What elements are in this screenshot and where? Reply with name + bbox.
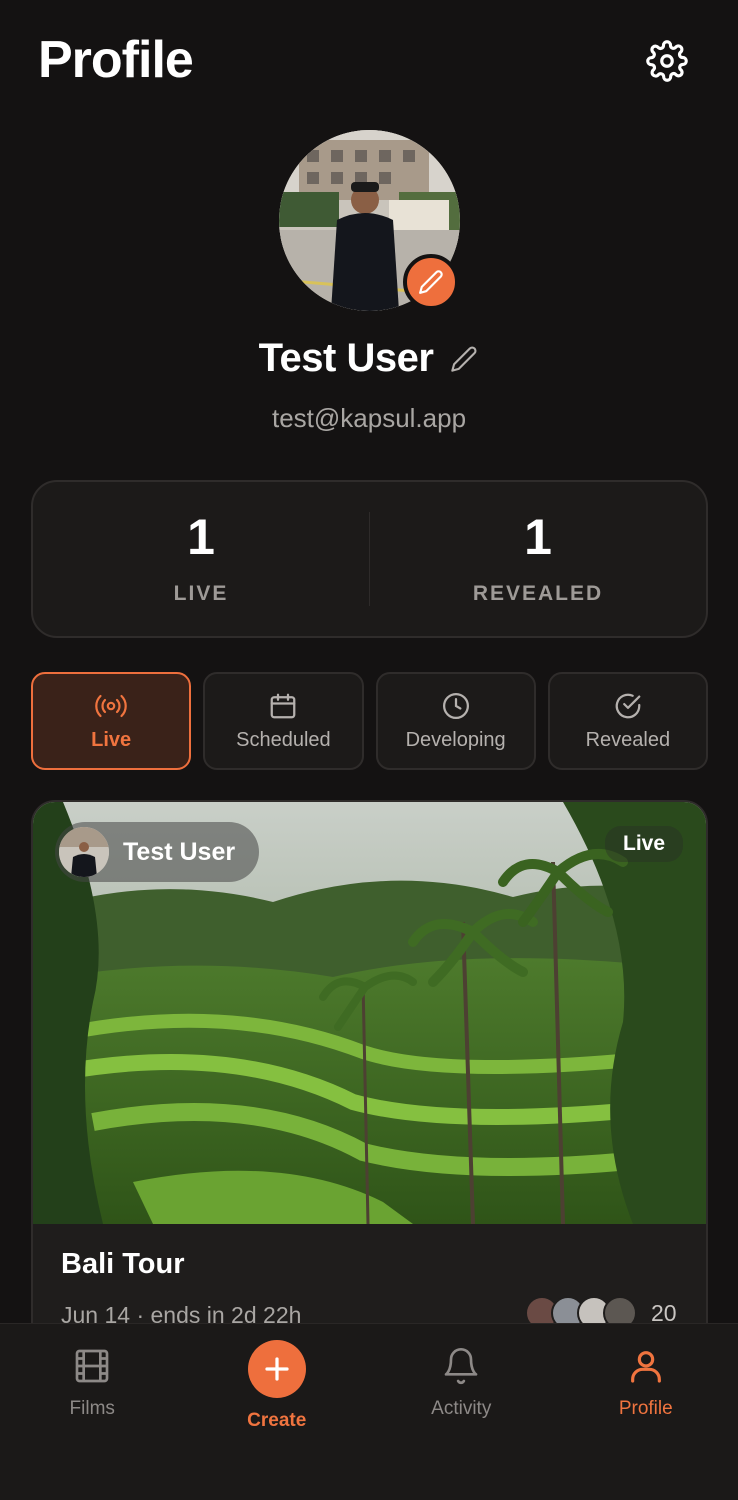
pencil-icon [451,346,477,372]
tab-developing[interactable]: Developing [375,672,536,770]
stat-value: 1 [524,509,552,565]
stat-revealed: 1 REVEALED [370,482,706,636]
bell-icon [444,1348,478,1385]
avatar [59,827,109,877]
nav-label: Profile [618,1398,673,1419]
nav-films[interactable]: Films [0,1324,185,1500]
settings-button[interactable] [644,38,690,84]
stat-label: REVEALED [472,582,604,605]
tab-label: Scheduled [236,728,331,751]
create-button[interactable] [247,1340,306,1398]
film-title: Bali Tour [61,1248,185,1280]
stat-label: LIVE [173,582,229,605]
status-badge: Live [605,826,684,862]
profile-avatar-container [279,130,460,311]
stat-live: 1 LIVE [33,482,369,636]
check-circle-icon [615,693,641,718]
nav-label: Activity [431,1398,492,1419]
edit-avatar-button[interactable] [403,254,459,310]
film-card[interactable]: Test User Live Bali Tour Jun 14 · ends i… [31,800,708,1360]
tab-label: Live [91,728,132,751]
filter-tabs: Live Scheduled Developing Revealed [31,672,708,770]
profile-name: Test User [258,336,434,380]
nav-label: Films [69,1398,115,1419]
user-icon [630,1351,661,1383]
tab-live[interactable]: Live [31,672,192,770]
nav-profile[interactable]: Profile [554,1324,738,1500]
film-icon [75,1349,109,1383]
clock-icon [442,692,469,719]
film-cover-image: Test User Live [33,802,706,1224]
tab-revealed[interactable]: Revealed [547,672,708,770]
stat-value: 1 [187,509,215,565]
page-title: Profile [38,31,194,89]
pencil-icon [419,270,443,294]
tab-scheduled[interactable]: Scheduled [203,672,364,770]
nav-create[interactable]: Create [185,1324,370,1500]
edit-name-button[interactable] [449,344,479,374]
tab-label: Developing [405,728,506,751]
film-owner-chip[interactable]: Test User [55,822,260,882]
bottom-navigation: Films Create Activity Profile [0,1323,738,1500]
tab-label: Revealed [585,728,671,751]
nav-label: Create [247,1410,307,1431]
calendar-icon [271,693,296,718]
stats-panel: 1 LIVE 1 REVEALED [31,480,708,638]
broadcast-icon [95,694,127,717]
film-owner-name: Test User [123,837,236,866]
profile-name-row: Test User [0,336,738,381]
gear-icon [646,40,688,82]
profile-email: test@kapsul.app [271,403,467,433]
nav-activity[interactable]: Activity [369,1324,554,1500]
plus-icon [265,1357,289,1381]
